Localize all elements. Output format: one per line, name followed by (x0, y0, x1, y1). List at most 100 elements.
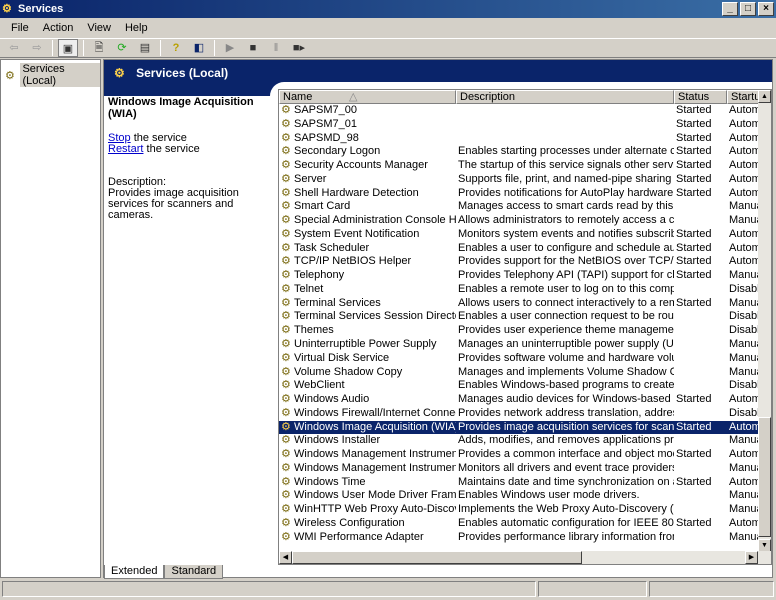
service-gear-icon: ⚙ (281, 393, 291, 406)
vertical-scrollbar[interactable]: ▲ ▼ (758, 90, 771, 552)
table-row[interactable]: ⚙ Windows Installer Adds, modifies, and re… (279, 434, 759, 448)
table-row[interactable]: ⚙ Windows Time Maintains date and time syn… (279, 476, 759, 490)
service-description: Enables Windows-based programs to create… (456, 379, 674, 393)
table-row[interactable]: ⚙ Terminal Services Allows users to connec… (279, 297, 759, 311)
service-description: Provides performance library information… (456, 531, 674, 545)
scroll-thumb[interactable] (758, 417, 771, 537)
service-gear-icon: ⚙ (281, 131, 291, 144)
table-row[interactable]: ⚙SAPSMD_98 Started Automa (279, 132, 759, 146)
table-row[interactable]: ⚙Windows User Mode Driver FrameworkEnabl… (279, 489, 759, 503)
status-pane-main (2, 581, 536, 597)
table-row[interactable]: ⚙ WMI Performance Adapter Provides perform… (279, 531, 759, 545)
cell-text: Provides user experience theme managemen… (458, 324, 674, 337)
table-row[interactable]: ⚙ Security Accounts Manager The startup of… (279, 159, 759, 173)
table-row[interactable]: ⚙SAPSM7_01 Started Automa (279, 118, 759, 132)
cell-text: WinHTTP Web Proxy Auto-Discovery S... (294, 503, 456, 516)
service-startup-type: Manual (727, 489, 759, 503)
horizontal-scroll-thumb[interactable] (292, 551, 582, 564)
service-startup-type: Disable (727, 324, 759, 338)
tab-extended[interactable]: Extended (104, 565, 165, 579)
tree-item-services-local[interactable]: ⚙ Services (Local) (5, 63, 100, 87)
table-row[interactable]: ⚙ Volume Shadow Copy Manages and implement… (279, 366, 759, 380)
service-startup-type: Manual (727, 366, 759, 380)
show-hide-tree-icon[interactable]: ▣ (58, 39, 78, 57)
table-row[interactable]: ⚙ Terminal Services Session Directory Enab… (279, 310, 759, 324)
service-status: Started (674, 159, 727, 173)
table-row[interactable]: ⚙ Task Scheduler Enables a user to configu… (279, 242, 759, 256)
column-header-description[interactable]: Description (456, 90, 674, 104)
service-description: Provides notifications for AutoPlay hard… (456, 187, 674, 201)
table-row[interactable]: ⚙ Uninterruptible Power Supply Manages an … (279, 338, 759, 352)
refresh-icon[interactable]: ⟳ (112, 39, 132, 57)
cell-text: Disable (729, 310, 759, 323)
table-row[interactable]: ⚙ Server Supports file, print, and named-p… (279, 173, 759, 187)
table-row[interactable]: ⚙Windows Firewall/Internet Connection...… (279, 407, 759, 421)
close-button[interactable]: × (758, 2, 774, 16)
help-icon[interactable]: ? (166, 39, 186, 57)
table-row[interactable]: ⚙ System Event Notification Monitors syste… (279, 228, 759, 242)
column-header-name[interactable]: Name △ (279, 90, 456, 104)
stop-icon[interactable]: ■ (243, 39, 263, 57)
cell-text: Provides network address translation, ad… (458, 406, 674, 419)
table-row[interactable]: ⚙ Wireless Configuration Enables automatic… (279, 517, 759, 531)
table-row[interactable]: ⚙ WebClient Enables Windows-based programs… (279, 379, 759, 393)
restart-icon[interactable]: ■▸ (289, 39, 309, 57)
column-header-status[interactable]: Status (674, 90, 727, 104)
properties-icon[interactable]: 🗎 (89, 39, 109, 57)
table-row[interactable]: ⚙ Themes Provides user experience theme ma… (279, 324, 759, 338)
service-name: ⚙Windows Management Instrumentation (279, 448, 456, 462)
menu-view[interactable]: View (80, 19, 118, 37)
table-row[interactable]: ⚙WinHTTP Web Proxy Auto-Discovery S...Im… (279, 503, 759, 517)
scroll-left-button[interactable]: ◀ (279, 551, 292, 564)
service-gear-icon: ⚙ (281, 530, 291, 543)
service-gear-icon: ⚙ (281, 145, 291, 158)
table-row[interactable]: ⚙ Secondary Logon Enables starting process… (279, 145, 759, 159)
scroll-up-button[interactable]: ▲ (758, 90, 771, 103)
cell-text: Virtual Disk Service (294, 351, 390, 364)
cell-text: WebClient (294, 379, 345, 392)
restart-service-link[interactable]: Restart (108, 143, 143, 155)
horizontal-scrollbar[interactable]: ◀ ▶ (279, 551, 771, 564)
table-row[interactable]: ⚙Windows Management Instrumentatio...Mon… (279, 462, 759, 476)
table-row[interactable]: ⚙ Windows Image Acquisition (WIA) Provides… (279, 419, 760, 436)
service-description: Manages and implements Volume Shadow Cop… (456, 366, 674, 380)
table-row[interactable]: ⚙Windows Management InstrumentationProvi… (279, 448, 759, 462)
service-name: ⚙ WebClient (279, 379, 456, 393)
table-row[interactable]: ⚙ Smart Card Manages access to smart cards… (279, 200, 759, 214)
service-status (674, 379, 727, 393)
column-header-startup[interactable]: Startup (727, 90, 759, 104)
table-row[interactable]: ⚙SAPSM7_00 Started Automa (279, 104, 759, 118)
service-name: ⚙Windows Management Instrumentatio... (279, 462, 456, 476)
pause-icon[interactable]: ‖ (266, 39, 286, 57)
tab-standard[interactable]: Standard (164, 565, 224, 579)
menu-file[interactable]: File (4, 19, 36, 37)
service-startup-type: Automa (727, 393, 759, 407)
service-name: ⚙Windows User Mode Driver Framework (279, 489, 456, 503)
table-row[interactable]: ⚙ Telnet Enables a remote user to log on t… (279, 283, 759, 297)
scroll-right-button[interactable]: ▶ (745, 551, 758, 564)
service-gear-icon: ⚙ (281, 461, 291, 474)
menu-action[interactable]: Action (36, 19, 81, 37)
service-status (674, 489, 727, 503)
minimize-button[interactable]: _ (722, 2, 738, 16)
service-description: Implements the Web Proxy Auto-Discovery … (456, 503, 674, 517)
table-row[interactable]: ⚙ Windows Audio Manages audio devices for … (279, 393, 759, 407)
start-icon[interactable]: ▶ (220, 39, 240, 57)
service-name: ⚙ Windows Audio (279, 393, 456, 407)
tree-item-label: Services (Local) (20, 63, 100, 87)
status-pane-3 (649, 581, 774, 597)
table-row[interactable]: ⚙Special Administration Console HelperAl… (279, 214, 759, 228)
show-hide-action-pane-icon[interactable]: ◧ (189, 39, 209, 57)
back-icon[interactable]: ⇦ (4, 39, 24, 57)
cell-text: Telnet (294, 282, 324, 295)
table-row[interactable]: ⚙ TCP/IP NetBIOS Helper Provides support f… (279, 255, 759, 269)
forward-icon[interactable]: ⇨ (27, 39, 47, 57)
cell-text: Enables a user connection request to be … (458, 310, 674, 323)
service-startup-type: Automa (727, 255, 759, 269)
menu-help[interactable]: Help (118, 19, 155, 37)
table-row[interactable]: ⚙ Shell Hardware Detection Provides notifi… (279, 187, 759, 201)
maximize-button[interactable]: □ (740, 2, 756, 16)
table-row[interactable]: ⚙ Virtual Disk Service Provides software v… (279, 352, 759, 366)
table-row[interactable]: ⚙ Telephony Provides Telephony API (TAPI) … (279, 269, 759, 283)
export-list-icon[interactable]: ▤ (135, 39, 155, 57)
